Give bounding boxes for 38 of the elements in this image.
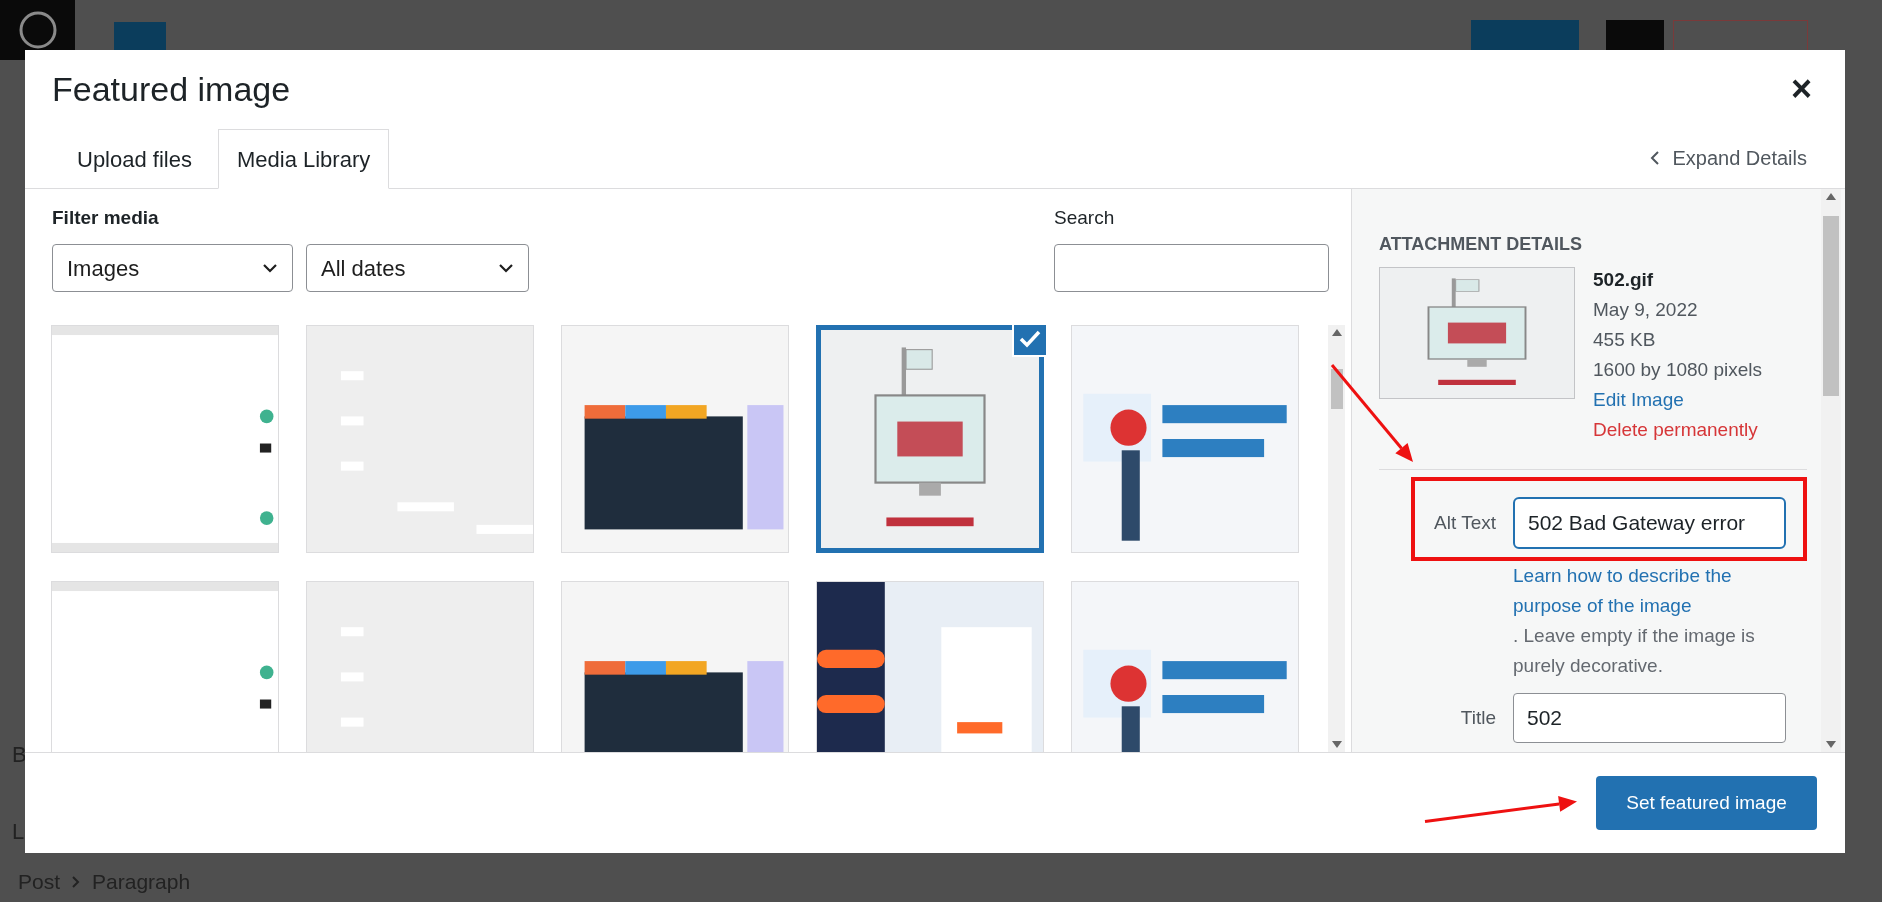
scrollbar-thumb[interactable]: [1823, 215, 1839, 396]
chevron-down-icon: [262, 263, 278, 273]
checkmark-icon[interactable]: [1012, 325, 1048, 357]
scroll-up-icon[interactable]: [1331, 329, 1342, 336]
date-select[interactable]: All dates: [306, 244, 529, 292]
alt-text-help: Learn how to describe the purpose of the image . Leave empty if the image is purely decorative.: [1513, 561, 1783, 681]
chevron-right-icon: [72, 875, 81, 888]
close-button[interactable]: ×: [1790, 71, 1812, 107]
scroll-down-icon[interactable]: [1826, 741, 1836, 748]
delete-link[interactable]: Delete permanently: [1593, 415, 1762, 445]
scrollbar-thumb[interactable]: [1330, 368, 1343, 409]
scrollbar[interactable]: [1821, 189, 1841, 752]
image-dimensions: 1600 by 1080 pixels: [1593, 358, 1762, 382]
title-field[interactable]: 502: [1513, 693, 1786, 743]
search-label: Search: [1054, 206, 1116, 230]
upload-date: May 9, 2022: [1593, 298, 1699, 322]
chevron-left-icon: [1650, 150, 1661, 166]
search-field[interactable]: [1054, 244, 1329, 292]
title-label: Title: [1459, 705, 1497, 730]
tab[interactable]: Upload files: [51, 129, 218, 189]
scroll-down-icon[interactable]: [1331, 741, 1342, 748]
alt-text-field[interactable]: 502 Bad Gateway error: [1513, 497, 1786, 549]
filter-label: Filter media: [52, 206, 160, 230]
file-size: 455 KB: [1593, 328, 1657, 352]
modal-title: Featured image: [52, 68, 291, 110]
logo-icon[interactable]: [17, 10, 58, 50]
help-link[interactable]: Learn how to describe the purpose of the image: [1513, 561, 1783, 621]
expand-details-button[interactable]: Expand Details: [1650, 128, 1807, 188]
set-featured-image-button[interactable]: Set featured image: [1596, 776, 1817, 830]
details-heading: ATTACHMENT DETAILS: [1379, 233, 1583, 256]
chevron-down-icon: [498, 263, 514, 273]
type-select[interactable]: Images: [52, 244, 293, 292]
scroll-up-icon[interactable]: [1826, 193, 1836, 200]
file-name: 502.gif: [1593, 268, 1655, 292]
edit-image-link[interactable]: Edit Image: [1593, 385, 1762, 415]
alt-text-label: Alt Text: [1433, 510, 1497, 535]
scrollbar[interactable]: [1328, 325, 1345, 752]
tab[interactable]: Media Library: [217, 129, 390, 189]
